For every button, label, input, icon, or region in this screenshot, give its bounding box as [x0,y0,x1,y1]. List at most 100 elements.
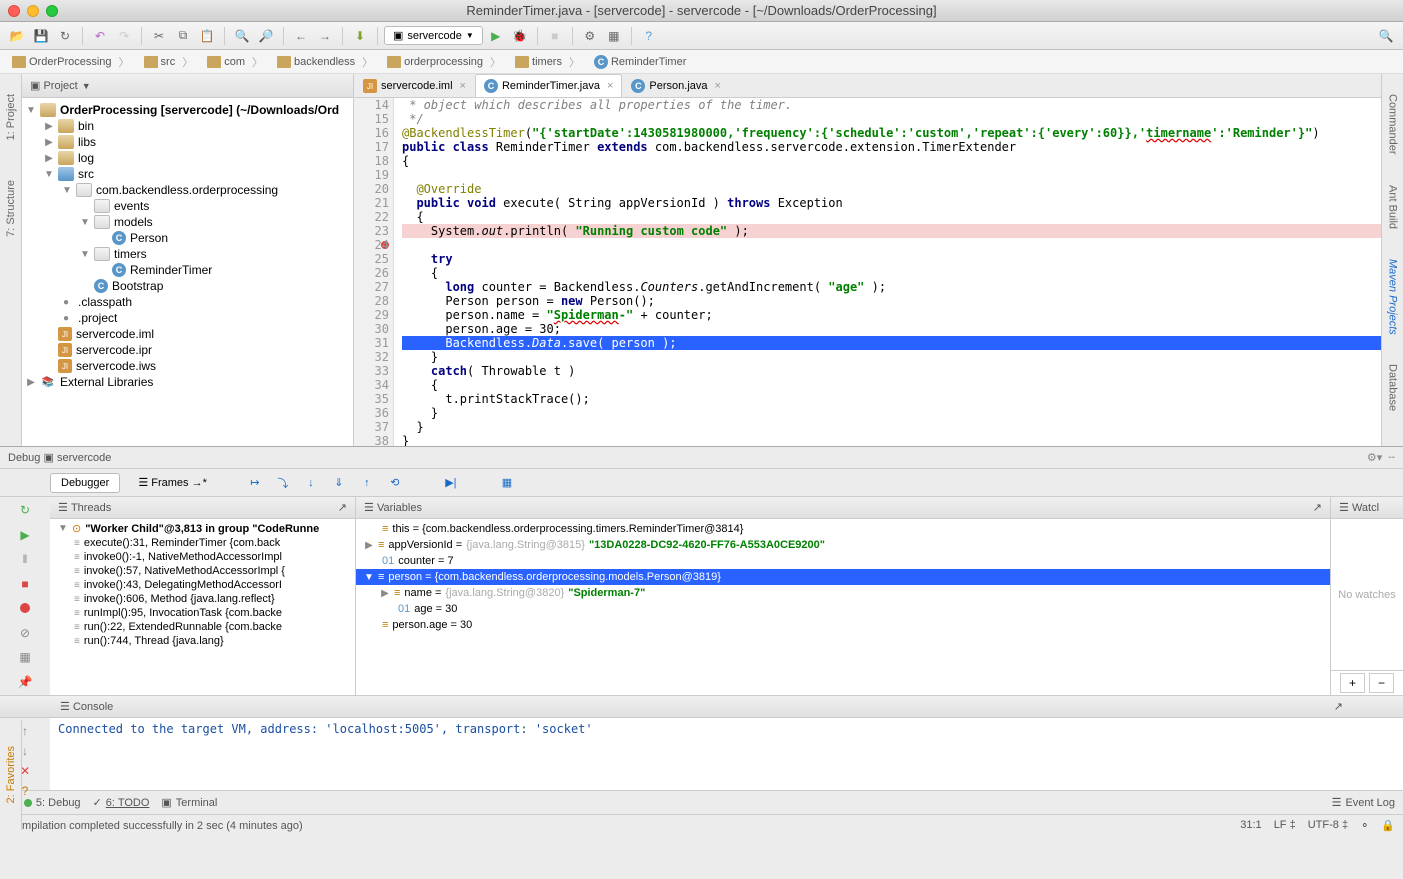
run-to-cursor-icon[interactable]: ▶| [441,473,461,493]
crumb-com[interactable]: com [201,52,269,72]
layout-icon[interactable]: ▦ [15,650,35,665]
close-icon[interactable]: × [715,80,721,92]
tab-iml[interactable]: JIservercode.iml× [354,74,475,97]
threads-list[interactable]: ▼⊙"Worker Child"@3,813 in group "CodeRun… [50,519,355,695]
var-personage[interactable]: ≡person.age = 30 [356,617,1330,633]
run-icon[interactable]: ▶ [485,25,507,47]
step-into-icon[interactable]: ↓ [301,473,321,493]
gutter[interactable]: 14151617181920212223 2425262728293031323… [354,98,394,446]
tree-timers[interactable]: ▼timers [22,246,353,262]
tree-iws[interactable]: JIservercode.iws [22,358,353,374]
add-watch-icon[interactable]: + [1340,673,1365,693]
hide-icon[interactable]: ╌ [1388,451,1395,464]
mute-bp-icon[interactable]: ⊘ [15,626,35,641]
run-config-select[interactable]: ▣ servercode ▼ [384,26,483,45]
thread-root[interactable]: ▼⊙"Worker Child"@3,813 in group "CodeRun… [50,521,355,536]
var-name[interactable]: ▶≡name = {java.lang.String@3820}"Spiderm… [356,585,1330,601]
project-tree[interactable]: ▼OrderProcessing [servercode] (~/Downloa… [22,98,353,446]
tab-eventlog[interactable]: ☰Event Log [1332,796,1395,809]
tree-person[interactable]: CPerson [22,230,353,246]
rerun-icon[interactable]: ↻ [15,503,35,518]
tab-terminal[interactable]: ▣Terminal [161,796,217,809]
step-over-icon[interactable]: ⤵ [273,473,293,493]
drop-frame-icon[interactable]: ⟲ [385,473,405,493]
force-step-into-icon[interactable]: ⇓ [329,473,349,493]
frame-item[interactable]: ≡runImpl():95, InvocationTask {com.backe [50,606,355,620]
minimize-button[interactable] [27,5,39,17]
debug-icon[interactable]: 🐞 [509,25,531,47]
tree-log[interactable]: ▶log [22,150,353,166]
code-body[interactable]: * object which describes all properties … [394,98,1381,446]
var-this[interactable]: ≡this = {com.backendless.orderprocessing… [356,521,1330,537]
git-icon[interactable]: ⚬ [1360,819,1369,832]
restore-icon[interactable]: ↗ [338,501,347,514]
frame-item[interactable]: ≡invoke():43, DelegatingMethodAccessorI [50,578,355,592]
line-separator[interactable]: LF ‡ [1274,819,1296,832]
gear-icon[interactable]: ⚙▾ [1367,451,1382,464]
back-icon[interactable]: ← [290,25,312,47]
tab-todo[interactable]: ✓6: TODO [93,796,150,809]
project-panel-header[interactable]: ▣ Project ▼ [22,74,353,98]
restore-icon[interactable]: ↗ [1313,501,1322,514]
maximize-button[interactable] [46,5,58,17]
lock-icon[interactable]: 🔒 [1381,819,1395,832]
settings-icon[interactable]: ⚙ [579,25,601,47]
tree-project-file[interactable]: ●.project [22,310,353,326]
console-output[interactable]: Connected to the target VM, address: 'lo… [50,718,1403,790]
var-appversion[interactable]: ▶≡appVersionId = {java.lang.String@3815}… [356,537,1330,553]
tree-remindertimer[interactable]: CReminderTimer [22,262,353,278]
show-exec-point-icon[interactable]: ↦ [245,473,265,493]
encoding[interactable]: UTF-8 ‡ [1308,819,1348,832]
paste-icon[interactable]: 📋 [196,25,218,47]
tree-root[interactable]: ▼OrderProcessing [servercode] (~/Downloa… [22,102,353,118]
rail-commander[interactable]: Commander [1387,94,1399,155]
crumb-project[interactable]: OrderProcessing [6,52,136,72]
forward-icon[interactable]: → [314,25,336,47]
tab-remindertimer[interactable]: CReminderTimer.java× [475,74,622,97]
crumb-timers[interactable]: timers [509,52,586,72]
tab-frames[interactable]: ☰ Frames →* [128,473,217,492]
rail-database[interactable]: Database [1387,364,1399,411]
tree-libs[interactable]: ▶libs [22,134,353,150]
search-everywhere-icon[interactable]: 🔍 [1375,25,1397,47]
tab-debugger[interactable]: Debugger [50,473,120,493]
stop-icon[interactable]: ■ [544,25,566,47]
evaluate-icon[interactable]: ▦ [497,473,517,493]
pause-icon[interactable]: ‖ [15,552,35,567]
undo-icon[interactable]: ↶ [89,25,111,47]
resume-icon[interactable]: ▶ [15,528,35,543]
pin-icon[interactable]: 📌 [15,675,35,690]
frame-item[interactable]: ≡execute():31, ReminderTimer {com.back [50,536,355,550]
crumb-src[interactable]: src [138,52,200,72]
open-icon[interactable]: 📂 [6,25,28,47]
frame-item[interactable]: ≡run():744, Thread {java.lang} [50,634,355,648]
rail-structure[interactable]: 7: Structure [5,180,17,237]
frame-item[interactable]: ≡invoke0():-1, NativeMethodAccessorImpl [50,550,355,564]
var-person[interactable]: ▼≡person = {com.backendless.orderprocess… [356,569,1330,585]
crumb-class[interactable]: CReminderTimer [588,53,699,71]
tree-ipr[interactable]: JIservercode.ipr [22,342,353,358]
close-button[interactable] [8,5,20,17]
close-icon[interactable]: × [460,80,466,92]
redo-icon[interactable]: ↷ [113,25,135,47]
stop-debug-icon[interactable]: ■ [15,577,35,592]
rail-ant[interactable]: Ant Build [1387,185,1399,229]
crumb-backendless[interactable]: backendless [271,52,379,72]
tree-events[interactable]: events [22,198,353,214]
step-out-icon[interactable]: ↑ [357,473,377,493]
variables-list[interactable]: ≡this = {com.backendless.orderprocessing… [356,519,1330,695]
build-icon[interactable]: ⬇ [349,25,371,47]
crumb-orderprocessing[interactable]: orderprocessing [381,52,507,72]
tree-bootstrap[interactable]: CBootstrap [22,278,353,294]
tab-debug-bottom[interactable]: 5: Debug [24,797,81,809]
code-editor[interactable]: 14151617181920212223 2425262728293031323… [354,98,1381,446]
var-counter[interactable]: 01counter = 7 [356,553,1330,569]
frame-item[interactable]: ≡invoke():606, Method {java.lang.reflect… [50,592,355,606]
find-icon[interactable]: 🔍 [231,25,253,47]
refresh-icon[interactable]: ↻ [54,25,76,47]
rail-maven[interactable]: Maven Projects [1387,259,1399,335]
tree-bin[interactable]: ▶bin [22,118,353,134]
breakpoints-icon[interactable] [15,601,35,616]
tree-iml[interactable]: JIservercode.iml [22,326,353,342]
help-icon[interactable]: ? [638,25,660,47]
